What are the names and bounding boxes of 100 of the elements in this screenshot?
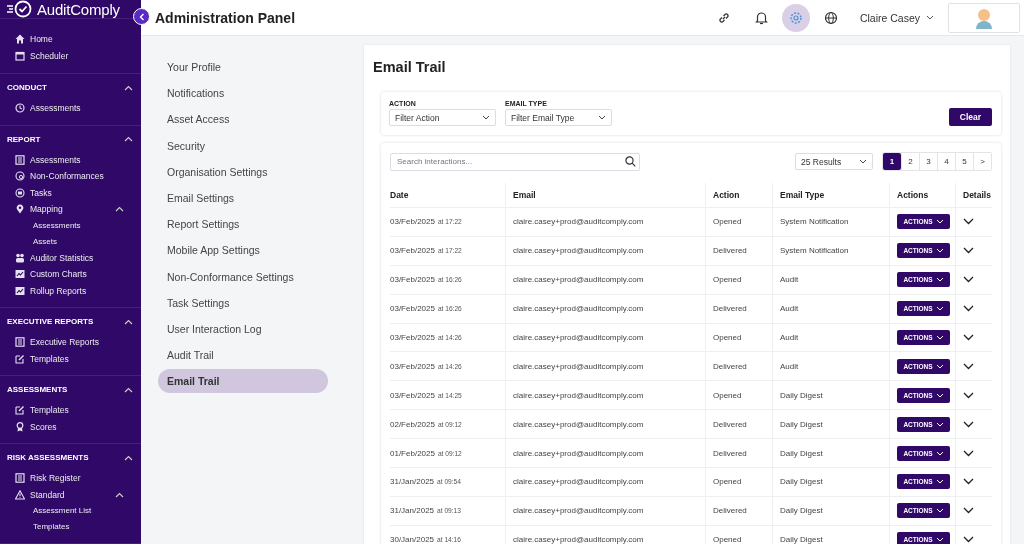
expand-chevron-icon[interactable] bbox=[963, 391, 974, 399]
date-text: 03/Feb/2025 bbox=[390, 275, 435, 285]
sidebar-item[interactable]: Scheduler bbox=[30, 50, 69, 61]
chevron-up-icon[interactable] bbox=[115, 206, 124, 213]
settings-nav-item[interactable]: Security bbox=[158, 133, 328, 158]
expand-chevron-icon[interactable] bbox=[963, 247, 974, 255]
settings-nav-item[interactable]: Mobile App Settings bbox=[158, 238, 328, 263]
expand-chevron-icon[interactable] bbox=[963, 507, 974, 515]
doc-icon bbox=[15, 154, 25, 165]
date-text: 03/Feb/2025 bbox=[390, 304, 435, 314]
sidebar-item[interactable]: Home bbox=[30, 34, 53, 45]
table-cell: Audit bbox=[772, 265, 889, 294]
filter-dropdown[interactable]: Filter Action bbox=[389, 109, 496, 126]
sidebar-subitem[interactable]: Assets bbox=[0, 233, 141, 250]
sidebar-item[interactable]: Rollup Reports bbox=[30, 285, 87, 296]
date-text: 03/Feb/2025 bbox=[390, 246, 435, 256]
avatar-icon bbox=[974, 6, 994, 29]
caret-icon[interactable] bbox=[482, 115, 490, 120]
user-menu[interactable]: Claire Casey bbox=[853, 10, 940, 25]
sidebar-subitem[interactable]: Assessment List bbox=[0, 503, 141, 519]
sidebar-item[interactable]: Executive Reports bbox=[30, 337, 99, 348]
clear-button[interactable]: Clear bbox=[949, 108, 992, 126]
search-field[interactable]: Search interactions... bbox=[390, 152, 640, 171]
bell-icon[interactable] bbox=[754, 10, 768, 25]
panel-title: Email Trail bbox=[373, 59, 447, 75]
sidebar-item[interactable]: Risk Register bbox=[30, 473, 81, 484]
date-text: 31/Jan/2025 bbox=[390, 477, 435, 487]
chevron-up-icon[interactable] bbox=[124, 136, 133, 142]
settings-nav-item[interactable]: Organisation Settings bbox=[158, 159, 328, 184]
settings-nav-item[interactable]: Report Settings bbox=[158, 212, 328, 237]
caret-icon[interactable] bbox=[859, 159, 867, 164]
table-cell: Opened bbox=[705, 381, 772, 410]
chevron-up-icon[interactable] bbox=[124, 84, 133, 91]
expand-chevron-icon[interactable] bbox=[963, 478, 974, 486]
sidebar-item[interactable]: Templates bbox=[30, 405, 69, 416]
settings-nav-item[interactable]: Notifications bbox=[158, 81, 328, 106]
settings-nav-item[interactable]: Asset Access bbox=[158, 107, 328, 132]
column-header: Action bbox=[705, 183, 772, 207]
date-text: 03/Feb/2025 bbox=[390, 333, 435, 342]
sidebar-item[interactable]: Mapping bbox=[30, 204, 63, 215]
table-cell: claire.casey+prod@auditcomply.com bbox=[505, 468, 705, 496]
expand-chevron-icon[interactable] bbox=[963, 218, 974, 226]
settings-nav-item[interactable]: Non-Conformance Settings bbox=[158, 264, 328, 289]
table-cell: Delivered bbox=[705, 236, 772, 265]
edit-icon bbox=[15, 353, 25, 364]
globe-icon[interactable] bbox=[823, 10, 838, 25]
results-dropdown[interactable]: 25 Results bbox=[795, 153, 873, 170]
page-button[interactable]: > bbox=[973, 153, 991, 170]
clock-icon bbox=[15, 103, 25, 114]
section-header: RISK ASSESSMENTS bbox=[7, 453, 89, 462]
sidebar-item[interactable]: Assessments bbox=[30, 103, 81, 114]
expand-chevron-icon[interactable] bbox=[963, 536, 974, 544]
date-text: 03/Feb/2025 bbox=[390, 390, 435, 400]
settings-nav-item[interactable]: User Interaction Log bbox=[158, 316, 328, 341]
table-cell: Daily Digest bbox=[772, 410, 889, 439]
expand-chevron-icon[interactable] bbox=[963, 420, 974, 428]
filter-dropdown[interactable]: Filter Email Type bbox=[505, 109, 612, 126]
table-cell: Audit bbox=[772, 352, 889, 381]
table-cell: Delivered bbox=[705, 439, 772, 467]
chevron-up-icon[interactable] bbox=[124, 318, 133, 325]
table-cell: claire.casey+prod@auditcomply.com bbox=[505, 208, 705, 236]
page-button[interactable]: 1 bbox=[883, 153, 901, 170]
sidebar-item[interactable]: Scores bbox=[30, 421, 57, 432]
search-icon[interactable] bbox=[625, 156, 636, 167]
chevron-up-icon[interactable] bbox=[124, 454, 133, 461]
warning-icon bbox=[15, 489, 25, 500]
sidebar-item[interactable]: Custom Charts bbox=[30, 269, 87, 280]
sidebar-item[interactable]: Standard bbox=[30, 489, 65, 500]
table-cell: claire.casey+prod@auditcomply.com bbox=[505, 294, 705, 323]
sidebar-subitem[interactable]: Templates bbox=[0, 519, 141, 535]
table-cell: Daily Digest bbox=[772, 381, 889, 410]
sidebar-item[interactable]: Auditor Statistics bbox=[30, 252, 94, 263]
table-cell: Daily Digest bbox=[772, 468, 889, 496]
sidebar-item[interactable]: Tasks bbox=[30, 187, 52, 198]
settings-button[interactable] bbox=[781, 3, 810, 32]
settings-nav-item[interactable]: Email Trail bbox=[158, 369, 328, 394]
expand-chevron-icon[interactable] bbox=[963, 305, 974, 313]
expand-chevron-icon[interactable] bbox=[963, 362, 974, 370]
doc-icon bbox=[15, 473, 25, 484]
settings-nav-item[interactable]: Audit Trail bbox=[158, 343, 328, 368]
caret-icon[interactable] bbox=[598, 115, 606, 120]
chevron-left-icon[interactable] bbox=[137, 12, 146, 21]
sidebar-item[interactable]: Non-Conformances bbox=[30, 171, 104, 182]
expand-chevron-icon[interactable] bbox=[963, 276, 974, 284]
date-text: 02/Feb/2025 bbox=[390, 419, 435, 429]
expand-chevron-icon[interactable] bbox=[963, 449, 974, 457]
award-icon bbox=[15, 421, 25, 432]
settings-nav-item[interactable]: Task Settings bbox=[158, 290, 328, 315]
settings-nav-item[interactable]: Email Settings bbox=[158, 185, 328, 210]
chevron-up-icon[interactable] bbox=[124, 386, 133, 393]
expand-chevron-icon[interactable] bbox=[963, 334, 974, 341]
sidebar-item[interactable]: Templates bbox=[30, 353, 69, 364]
sidebar-subitem[interactable]: Assessments bbox=[0, 217, 141, 234]
chevron-up-icon[interactable] bbox=[115, 491, 124, 498]
settings-nav-item[interactable]: Your Profile bbox=[158, 55, 328, 79]
caret-icon[interactable] bbox=[926, 15, 934, 20]
table-cell: Delivered bbox=[705, 294, 772, 323]
calendar-icon bbox=[15, 50, 25, 61]
sidebar-item[interactable]: Assessments bbox=[30, 154, 81, 165]
link-icon[interactable] bbox=[716, 10, 731, 25]
